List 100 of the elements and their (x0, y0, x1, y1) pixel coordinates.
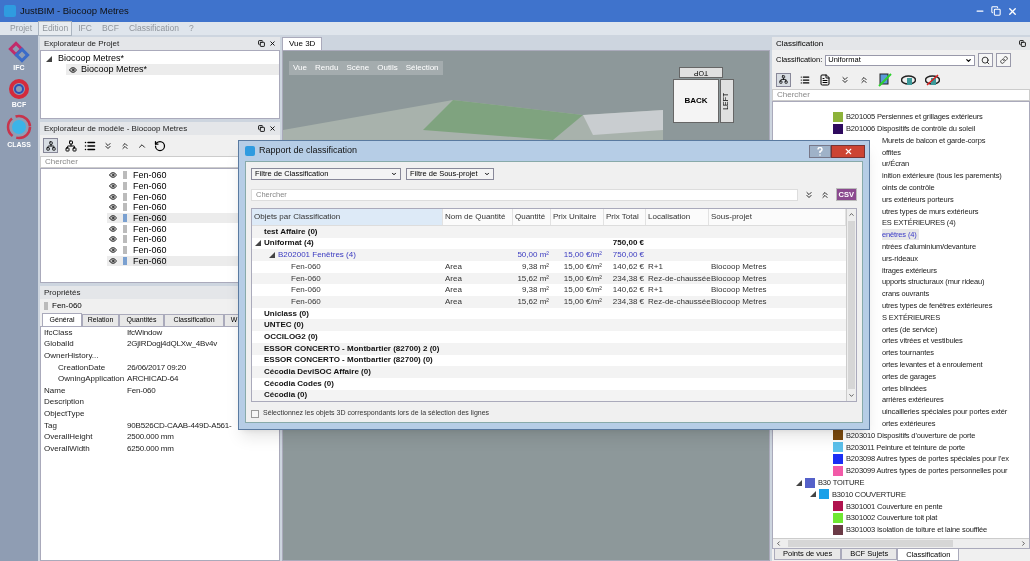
hierarchy-icon[interactable] (65, 139, 77, 152)
column-header[interactable]: Prix Total (604, 209, 646, 225)
float-icon[interactable] (258, 40, 265, 47)
eye-icon[interactable] (109, 214, 117, 223)
list-item[interactable]: Fen-060 (133, 255, 167, 266)
ring-logo-icon (8, 77, 30, 100)
expand-all-icon[interactable] (803, 189, 814, 200)
help-button[interactable] (809, 144, 831, 158)
eye-icon[interactable] (109, 182, 117, 191)
table-cell: 15,00 €/m² (563, 285, 602, 295)
eye-icon[interactable] (901, 73, 916, 86)
eye-icon[interactable] (69, 65, 77, 74)
search-field[interactable]: Chercher (772, 89, 1030, 101)
list-item[interactable]: Fen-060 (133, 213, 167, 224)
scroll-down-icon[interactable] (848, 392, 855, 400)
list-item[interactable]: Fen-060 (133, 191, 167, 202)
list-item[interactable]: Fen-060 (133, 181, 167, 192)
table-cell[interactable]: Fen-060 (291, 295, 321, 308)
panel-title: Explorateur de Projet (44, 37, 120, 50)
table-cell[interactable]: B202001 Fenêtres (4) (278, 249, 356, 262)
property-name: IfcClass (43, 326, 74, 339)
column-header[interactable]: Localisation (646, 209, 709, 225)
table-cell[interactable]: OCCILOG2 (0) (264, 330, 318, 343)
list-icon[interactable] (84, 139, 96, 152)
scroll-left-icon[interactable] (775, 540, 782, 547)
scroll-up-icon[interactable] (848, 211, 855, 219)
column-header[interactable]: Nom de Quantité (443, 209, 513, 225)
restore-icon[interactable] (991, 6, 1001, 16)
checkbox[interactable] (251, 409, 259, 418)
tab[interactable]: Vue 3D (282, 37, 323, 50)
table-cell[interactable]: Cécodia (0) (264, 389, 308, 402)
column-header[interactable]: Objets par Classification (252, 209, 443, 225)
table-cell: Biocoop Metres (711, 296, 767, 306)
eye-icon[interactable] (109, 203, 117, 212)
eye-icon[interactable] (109, 192, 117, 201)
table-cell[interactable]: Uniformat (4) (264, 237, 314, 250)
rotate-icon[interactable] (154, 139, 166, 152)
table-cell[interactable]: test Affaire (0) (264, 225, 318, 238)
expander-icon[interactable] (810, 491, 816, 498)
property-name: Description (43, 396, 85, 409)
panel-title: Propriétés (44, 286, 81, 299)
expand-all-icon[interactable] (840, 74, 850, 85)
list-item[interactable]: Fen-060 (133, 234, 167, 245)
property-name: OverallHeight (43, 431, 94, 444)
app-logo-icon (245, 146, 255, 156)
eye-off-icon[interactable] (925, 73, 940, 86)
scroll-right-icon[interactable] (1020, 540, 1027, 547)
horizontal-scrollbar[interactable] (773, 538, 1029, 548)
eye-icon[interactable] (109, 246, 117, 255)
expander-icon[interactable] (796, 479, 802, 486)
table-cell[interactable]: Fen-060 (291, 260, 321, 273)
close-button[interactable] (831, 144, 865, 158)
link-button[interactable] (996, 53, 1012, 67)
list-item[interactable]: Fen-060 (133, 170, 167, 181)
table-cell[interactable]: Cécodia Codes (0) (264, 377, 334, 390)
tree-view-button[interactable] (776, 72, 791, 87)
expander-icon[interactable] (255, 240, 261, 247)
table-cell[interactable]: Fen-060 (291, 272, 321, 285)
eye-icon[interactable] (109, 256, 117, 265)
table-cell[interactable]: Fen-060 (291, 284, 321, 297)
table-cell: 140,62 € (612, 285, 644, 295)
expander-icon[interactable] (269, 252, 275, 259)
expand-all-icon[interactable] (103, 140, 113, 151)
search-button[interactable] (978, 53, 994, 67)
list-item[interactable]: Fen-060 (133, 245, 167, 256)
knot-logo-icon (8, 41, 30, 63)
list-item[interactable]: Fen-060 (133, 223, 167, 234)
collapse-all-icon[interactable] (819, 189, 830, 200)
column-header[interactable]: Prix Unitaire (551, 209, 604, 225)
table-cell: R+1 (648, 285, 663, 295)
eye-icon[interactable] (109, 235, 117, 244)
tree-view-button[interactable] (43, 138, 58, 153)
property-value: ARCHICAD-64 (127, 373, 179, 386)
table-cell[interactable]: UNTEC (0) (264, 319, 304, 332)
cube-face[interactable]: BACK (673, 79, 719, 123)
close-icon[interactable] (269, 125, 276, 132)
dropdown-caret-icon (391, 171, 397, 177)
property-value: IfcWindow (127, 326, 163, 339)
table-cell: 9,38 m² (521, 285, 549, 295)
table-cell[interactable]: Uniclass (0) (264, 307, 309, 320)
property-name: GlobalId (43, 338, 75, 351)
property-value: 6250.000 mm (127, 442, 174, 455)
collapse-all-icon[interactable] (120, 140, 130, 151)
report-icon[interactable] (819, 73, 831, 86)
column-header[interactable]: Quantité (513, 209, 551, 225)
float-icon[interactable] (1019, 40, 1026, 47)
table-cell: 15,62 m² (517, 273, 549, 283)
table-cell: 15,00 €/m² (563, 261, 602, 271)
vertical-scrollbar[interactable] (846, 209, 856, 402)
table-cell[interactable]: Cécodia DeviSOC Affaire (0) (264, 366, 371, 379)
float-icon[interactable] (258, 125, 265, 132)
list-icon[interactable] (800, 74, 810, 85)
table-cell[interactable]: ESSOR CONCERTO - Montbartier (82700) (0) (264, 354, 433, 367)
tree-item[interactable]: Biocoop Metres* (58, 51, 125, 66)
eye-icon[interactable] (109, 171, 117, 180)
eye-icon[interactable] (109, 224, 117, 233)
list-item[interactable]: Fen-060 (133, 202, 167, 213)
close-icon[interactable] (269, 40, 276, 47)
collapse-all-icon[interactable] (859, 74, 869, 85)
expander-icon[interactable] (46, 55, 52, 62)
